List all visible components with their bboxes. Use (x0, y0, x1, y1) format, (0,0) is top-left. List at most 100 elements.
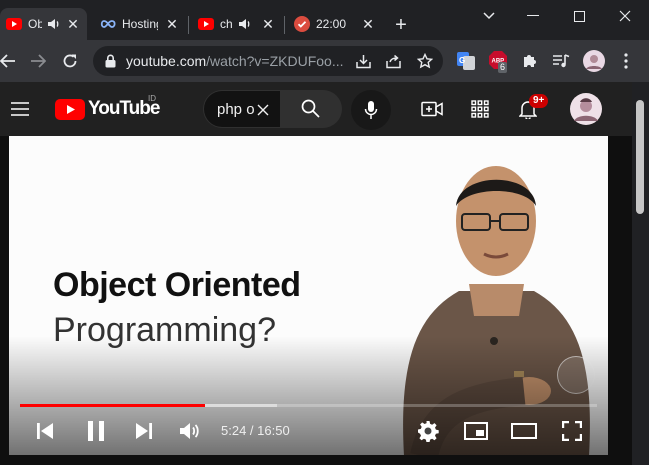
url-host: youtube.com (126, 53, 207, 69)
create-button[interactable] (420, 97, 444, 121)
close-icon (619, 10, 631, 22)
miniplayer-icon (464, 422, 488, 440)
infinity-icon (100, 20, 116, 28)
tab-separator (188, 16, 189, 34)
video-camera-plus-icon (421, 101, 443, 117)
account-avatar-button[interactable] (570, 93, 602, 125)
skip-previous-icon (37, 423, 53, 439)
translate-extension[interactable]: G (454, 49, 478, 73)
chevron-down-icon (483, 12, 495, 20)
search-icon (301, 99, 320, 118)
mute-button[interactable] (176, 417, 204, 445)
tab-title: ch (220, 17, 233, 31)
tab-timer[interactable]: 22:00 ✕ (286, 8, 382, 40)
reload-icon (63, 54, 77, 68)
tab-strip: Ob ✕ Hosting ✕ ch ✕ 22:00 ✕ + (0, 0, 649, 40)
maximize-icon (573, 10, 585, 22)
notification-badge: 9+ (529, 94, 549, 108)
progress-bar[interactable] (20, 404, 597, 407)
url-text: youtube.com/watch?v=ZKDUFoo... (126, 53, 344, 69)
share-button[interactable] (381, 49, 405, 73)
chrome-menu-button[interactable] (614, 49, 638, 73)
search-query: php o (217, 101, 255, 118)
guide-menu-button[interactable] (8, 97, 32, 121)
page-background (0, 455, 632, 465)
extension-badge: 6 (498, 62, 508, 73)
download-icon (355, 54, 371, 68)
progress-played (20, 404, 206, 407)
url-path: /watch?v=ZKDUFoo... (206, 53, 344, 69)
forward-button[interactable] (26, 49, 50, 73)
tab-separator (284, 16, 285, 34)
youtube-icon (6, 18, 22, 30)
check-circle-icon (294, 16, 310, 32)
puzzle-icon (524, 55, 536, 67)
youtube-icon (198, 18, 214, 30)
new-tab-button[interactable]: + (390, 14, 412, 36)
share-icon (385, 54, 401, 68)
star-icon (417, 53, 433, 69)
pause-icon (88, 421, 104, 441)
voice-search-button[interactable] (351, 90, 391, 130)
youtube-header: YouTube ID php o 9+ (0, 82, 632, 136)
tab-search-button[interactable] (466, 0, 512, 32)
youtube-play-icon (55, 98, 85, 120)
apps-button[interactable] (468, 97, 492, 121)
video-player[interactable]: Object Oriented Programming? 5:24 / 16:5… (9, 136, 608, 455)
address-bar[interactable]: youtube.com/watch?v=ZKDUFoo... (93, 46, 443, 76)
speaker-icon[interactable] (47, 17, 61, 31)
close-window-button[interactable] (602, 0, 648, 32)
back-button[interactable] (0, 49, 20, 73)
close-tab-icon[interactable]: ✕ (260, 16, 276, 32)
media-control-button[interactable] (549, 49, 573, 73)
page-scrollbar[interactable] (632, 82, 649, 465)
theater-mode-button[interactable] (510, 417, 538, 445)
youtube-logo[interactable]: YouTube ID (55, 94, 160, 120)
next-button[interactable] (130, 417, 158, 445)
install-app-button[interactable] (351, 49, 375, 73)
svg-text:G: G (459, 56, 465, 65)
playlist-music-icon (553, 54, 570, 68)
avatar (583, 50, 605, 72)
settings-button[interactable] (414, 417, 442, 445)
page-background (0, 136, 9, 455)
close-tab-icon[interactable]: ✕ (65, 16, 81, 32)
extensions-button[interactable] (518, 49, 542, 73)
adblock-extension[interactable]: ABP 6 (486, 48, 510, 73)
more-vertical-icon (624, 53, 628, 69)
minimize-button[interactable] (510, 0, 556, 32)
pause-button[interactable] (82, 417, 110, 445)
tab-youtube-2[interactable]: ch ✕ (190, 8, 282, 40)
previous-button[interactable] (31, 417, 59, 445)
profile-button[interactable] (582, 49, 606, 73)
speaker-icon[interactable] (238, 17, 252, 31)
miniplayer-button[interactable] (462, 417, 490, 445)
browser-toolbar: youtube.com/watch?v=ZKDUFoo... G ABP 6 (0, 40, 649, 82)
scrollbar-thumb[interactable] (636, 100, 644, 214)
close-tab-icon[interactable]: ✕ (360, 16, 376, 32)
close-tab-icon[interactable]: ✕ (164, 16, 180, 32)
hamburger-icon (11, 102, 29, 116)
volume-icon (180, 423, 199, 439)
time-display: 5:24 / 16:50 (221, 423, 290, 438)
search-input[interactable]: php o (203, 90, 280, 128)
reload-button[interactable] (58, 49, 82, 73)
page-background (608, 136, 632, 455)
gear-icon (418, 421, 439, 442)
fullscreen-button[interactable] (558, 417, 586, 445)
minimize-icon (527, 15, 539, 16)
bookmark-button[interactable] (413, 49, 437, 73)
search-button[interactable] (280, 90, 342, 128)
tab-title: 22:00 (316, 17, 347, 31)
tab-hosting[interactable]: Hosting ✕ (94, 8, 186, 40)
google-translate-icon: G (457, 52, 475, 70)
tab-youtube-active[interactable]: Ob ✕ (0, 8, 87, 40)
apps-grid-icon (471, 100, 489, 118)
video-title-line-1: Object Oriented (53, 266, 301, 304)
fullscreen-icon (562, 421, 582, 441)
clear-search-icon[interactable] (257, 104, 269, 116)
maximize-button[interactable] (556, 0, 602, 32)
country-code: ID (148, 94, 156, 103)
skip-next-icon (136, 423, 152, 439)
arrow-right-icon (31, 54, 46, 68)
